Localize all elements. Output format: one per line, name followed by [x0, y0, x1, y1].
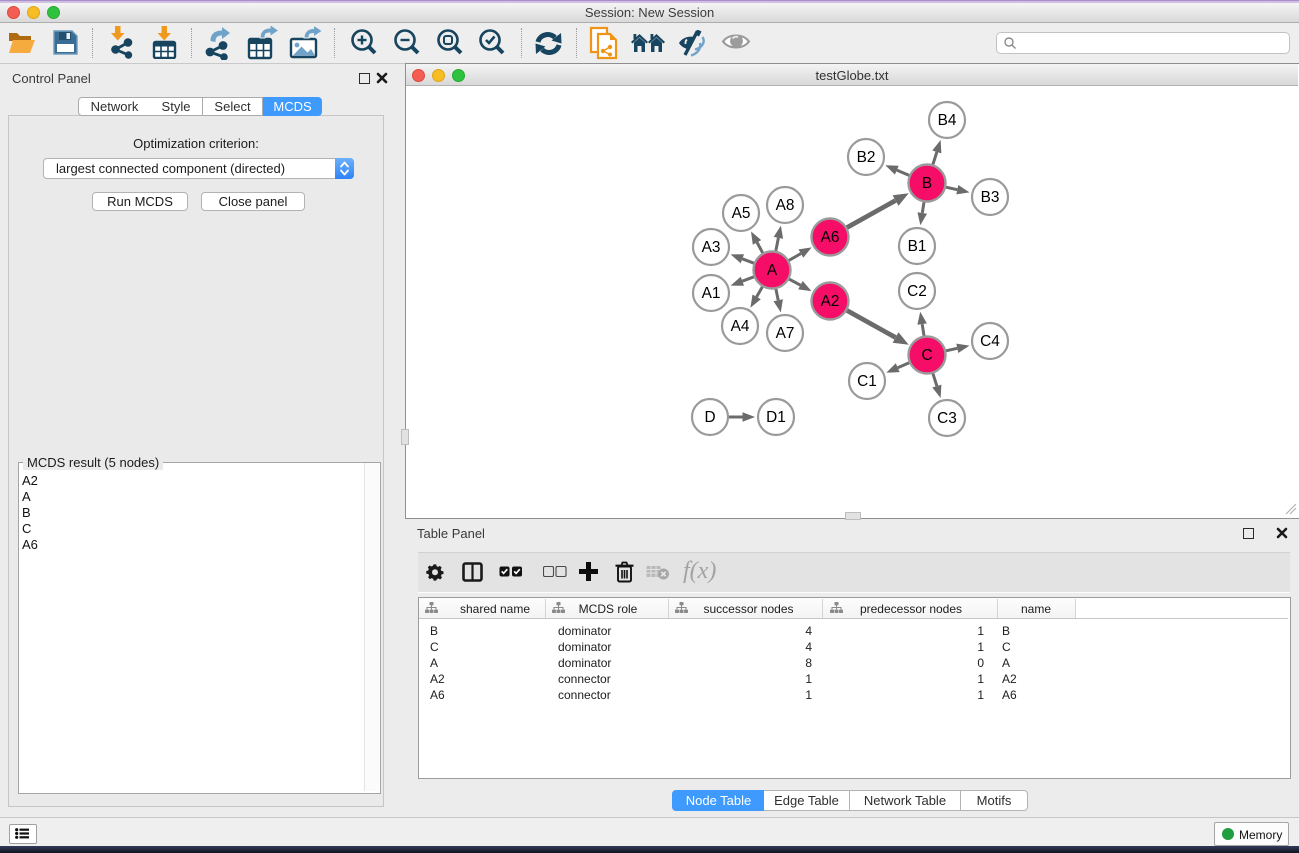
svg-text:B2: B2 [857, 149, 876, 166]
svg-text:B: B [922, 175, 932, 192]
svg-text:C3: C3 [937, 410, 957, 427]
svg-text:C: C [921, 347, 932, 364]
svg-text:C2: C2 [907, 283, 927, 300]
svg-text:A3: A3 [702, 239, 721, 256]
svg-text:A: A [767, 262, 778, 279]
svg-text:C1: C1 [857, 373, 877, 390]
svg-text:B1: B1 [908, 238, 927, 255]
svg-text:B4: B4 [938, 112, 957, 129]
svg-text:A4: A4 [731, 318, 750, 335]
svg-text:D1: D1 [766, 409, 786, 426]
svg-text:A5: A5 [732, 205, 751, 222]
svg-text:C4: C4 [980, 333, 1000, 350]
svg-text:A1: A1 [702, 285, 721, 302]
svg-text:A8: A8 [776, 197, 795, 214]
svg-text:B3: B3 [981, 189, 1000, 206]
svg-text:D: D [704, 409, 715, 426]
svg-text:A2: A2 [821, 293, 840, 310]
svg-text:A7: A7 [776, 325, 795, 342]
svg-text:A6: A6 [821, 229, 840, 246]
